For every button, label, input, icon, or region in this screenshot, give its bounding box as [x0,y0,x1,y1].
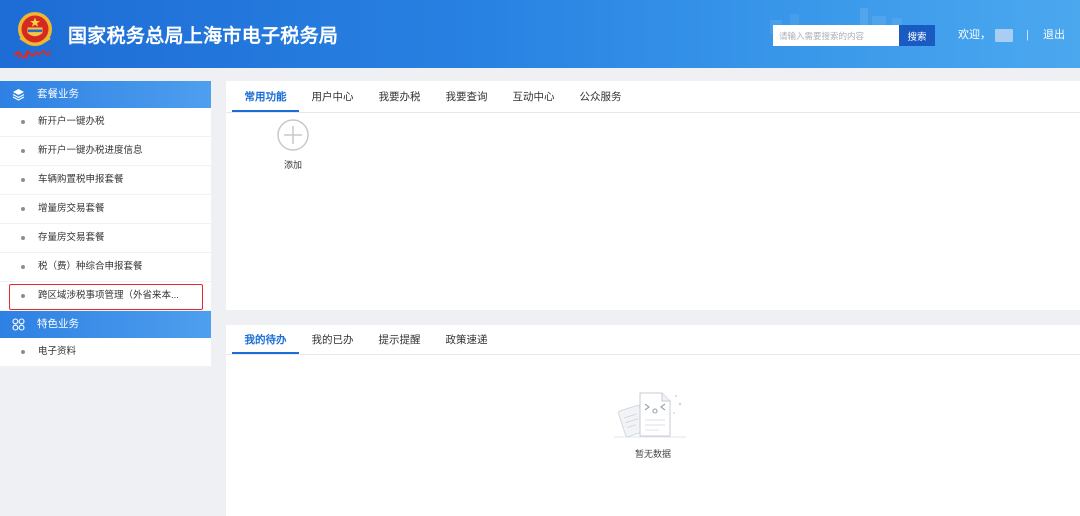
bullet-dot-icon [21,120,25,124]
add-shortcut-label: 添加 [283,160,302,170]
tab-interaction-center[interactable]: 互动中心 [500,81,567,112]
tasks-panel: 我的待办 我的已办 提示提醒 政策速递 暂无数据 [226,325,1080,516]
sidebar-item-new-account-one-click[interactable]: 新开户一键办税 [0,108,211,137]
tasks-tabbar: 我的待办 我的已办 提示提醒 政策速递 [226,325,1080,355]
sidebar-item-label: 车辆购置税申报套餐 [38,174,124,185]
common-functions-panel: 常用功能 用户中心 我要办税 我要查询 互动中心 公众服务 添加 [226,81,1080,310]
logout-link[interactable]: 退出 [1043,28,1065,42]
site-title: 国家税务总局上海市电子税务局 [68,26,339,47]
bullet-dot-icon [21,236,25,240]
tax-emblem-icon[interactable] [11,8,59,62]
sidebar-section-package-services[interactable]: 套餐业务 [0,81,211,108]
sidebar-item-label: 增量房交易套餐 [38,203,105,214]
sidebar-item-existing-housing-transaction[interactable]: 存量房交易套餐 [0,224,211,253]
tab-my-todo[interactable]: 我的待办 [232,325,299,354]
empty-document-icon [614,392,686,438]
bullet-dot-icon [21,265,25,269]
header-separator: | [1026,29,1029,41]
add-shortcut-button[interactable] [277,119,309,151]
sidebar-item-electronic-documents[interactable]: 电子资料 [0,338,211,367]
sidebar-item-cross-region-tax-matters[interactable]: 跨区域涉税事项管理（外省来本... [0,282,211,311]
sidebar-section-featured-services[interactable]: 特色业务 [0,311,211,338]
tab-common-functions[interactable]: 常用功能 [232,81,299,112]
header: 国家税务总局上海市电子税务局 搜索 欢迎， | 退出 [0,0,1080,68]
search-button[interactable]: 搜索 [899,25,935,46]
sidebar-item-label: 新开户一键办税 [38,116,105,127]
tab-user-center[interactable]: 用户中心 [299,81,366,112]
tab-policy-express[interactable]: 政策速递 [433,325,500,354]
sidebar-item-label: 电子资料 [38,346,77,357]
bullet-dot-icon [21,207,25,211]
sidebar-item-new-housing-transaction[interactable]: 增量房交易套餐 [0,195,211,224]
bullet-dot-icon [21,178,25,182]
sidebar: 套餐业务 新开户一键办税 新开户一键办税进度信息 车辆购置税申报套餐 增量房交易… [0,81,211,367]
tab-my-done[interactable]: 我的已办 [299,325,366,354]
sidebar-item-vehicle-purchase-tax[interactable]: 车辆购置税申报套餐 [0,166,211,195]
layers-icon [12,89,25,101]
username-redacted [995,29,1013,42]
four-circles-icon [12,318,25,331]
sidebar-item-label: 存量房交易套餐 [38,232,105,243]
sidebar-item-label: 新开户一键办税进度信息 [38,145,143,156]
common-functions-tabbar: 常用功能 用户中心 我要办税 我要查询 互动中心 公众服务 [226,81,1080,113]
search-input[interactable] [773,25,899,46]
tab-public-services[interactable]: 公众服务 [567,81,634,112]
bullet-dot-icon [21,149,25,153]
welcome-text: 欢迎， [958,29,991,41]
sidebar-item-label: 税（费）种综合申报套餐 [38,261,143,272]
highlight-box [9,284,203,310]
tab-reminders[interactable]: 提示提醒 [366,325,433,354]
sidebar-section-title: 套餐业务 [37,88,79,100]
tab-inquiry[interactable]: 我要查询 [433,81,500,112]
sidebar-section-title: 特色业务 [37,318,79,330]
sidebar-item-new-account-progress[interactable]: 新开户一键办税进度信息 [0,137,211,166]
plus-circle-icon [277,119,309,151]
tab-tax-handling[interactable]: 我要办税 [366,81,433,112]
empty-state-text: 暂无数据 [634,449,671,459]
sidebar-item-comprehensive-tax-filing[interactable]: 税（费）种综合申报套餐 [0,253,211,282]
bullet-dot-icon [21,350,25,354]
